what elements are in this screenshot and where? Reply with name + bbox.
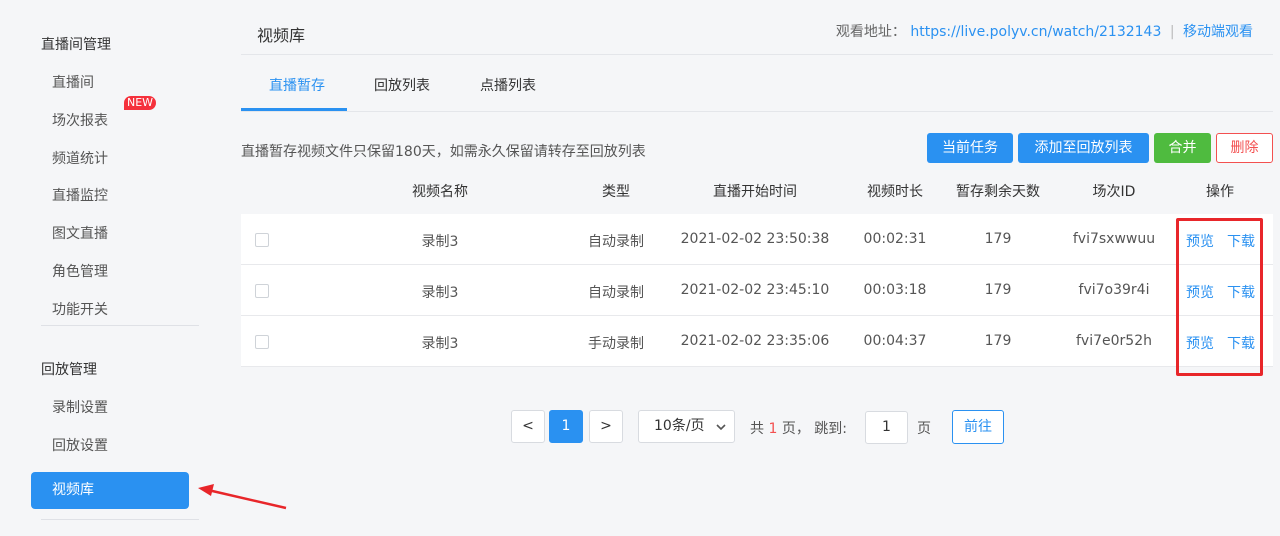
column-header-name: 视频名称 xyxy=(412,184,468,200)
page-size-value: 10条/页 xyxy=(654,418,705,434)
page-size-select[interactable]: 10条/页 xyxy=(638,410,735,443)
session-id: fvi7sxwwuu xyxy=(1072,231,1156,247)
remaining-days: 179 xyxy=(984,282,1012,298)
preview-link[interactable]: 预览 xyxy=(1186,231,1214,251)
row-checkbox[interactable] xyxy=(255,284,269,298)
start-time: 2021-02-02 23:45:10 xyxy=(680,282,830,298)
sidebar-divider xyxy=(41,519,199,520)
mobile-watch-link[interactable]: 移动端观看 xyxy=(1183,24,1253,40)
sidebar: 直播间管理 直播间 场次报表 NEW 频道统计 直播监控 图文直播 角色管理 功… xyxy=(0,0,222,536)
page-title: 视频库 xyxy=(257,26,306,45)
total-suffix: 页， xyxy=(781,421,810,437)
delete-button[interactable]: 删除 xyxy=(1216,133,1273,163)
column-header-session-id: 场次ID xyxy=(1092,184,1136,200)
jump-label: 跳到: xyxy=(814,421,847,437)
sidebar-item-feature-switch[interactable]: 功能开关 xyxy=(52,299,108,319)
go-page-button[interactable]: 前往 xyxy=(952,410,1004,444)
jump-page-input[interactable]: 1 xyxy=(865,411,908,444)
row-checkbox[interactable] xyxy=(255,233,269,247)
tab-active-indicator xyxy=(241,108,347,111)
chevron-down-icon xyxy=(716,424,726,431)
retention-notice: 直播暂存视频文件只保留180天，如需永久保留请转存至回放列表 xyxy=(241,144,646,160)
new-badge: NEW xyxy=(124,96,157,110)
remaining-days: 179 xyxy=(984,333,1012,349)
sidebar-item-record-settings[interactable]: 录制设置 xyxy=(52,397,108,417)
sidebar-item-video-library[interactable]: 视频库 xyxy=(31,472,189,509)
column-header-start-time: 直播开始时间 xyxy=(713,184,797,200)
video-name: 录制3 xyxy=(421,234,459,250)
watch-address: 观看地址： https://live.polyv.cn/watch/213214… xyxy=(836,21,1253,41)
record-type: 自动录制 xyxy=(588,285,644,301)
table-row: 录制3 自动录制 2021-02-02 23:50:38 00:02:31 17… xyxy=(241,214,1273,265)
sidebar-item-role-management[interactable]: 角色管理 xyxy=(52,261,108,281)
tab-playback-list[interactable]: 回放列表 xyxy=(374,75,430,95)
sidebar-group-live-room: 直播间管理 xyxy=(41,37,111,53)
table-header: 视频名称 类型 直播开始时间 视频时长 暂存剩余天数 场次ID 操作 xyxy=(241,181,1273,213)
column-header-type: 类型 xyxy=(602,184,630,200)
column-header-actions: 操作 xyxy=(1206,184,1234,200)
total-prefix: 共 xyxy=(750,421,764,437)
watch-label: 观看地址： xyxy=(835,24,906,40)
column-header-duration: 视频时长 xyxy=(867,184,923,200)
current-task-button[interactable]: 当前任务 xyxy=(927,133,1013,163)
session-id: fvi7o39r4i xyxy=(1078,282,1150,298)
download-link[interactable]: 下载 xyxy=(1227,231,1255,251)
record-type: 自动录制 xyxy=(588,234,644,250)
tab-bar: 直播暂存 回放列表 点播列表 xyxy=(241,55,1273,112)
merge-button[interactable]: 合并 xyxy=(1154,133,1211,163)
preview-link[interactable]: 预览 xyxy=(1186,333,1214,353)
table-row: 录制3 自动录制 2021-02-02 23:45:10 00:03:18 17… xyxy=(241,265,1273,316)
prev-page-button[interactable]: < xyxy=(511,410,545,443)
tab-live-temp[interactable]: 直播暂存 xyxy=(269,75,325,95)
record-type: 手动录制 xyxy=(588,336,644,352)
page-unit-label: 页 xyxy=(917,421,931,437)
total-pages-text: 共 1 页， 跳到: xyxy=(750,418,847,438)
sidebar-item-channel-stats[interactable]: 频道统计 xyxy=(52,148,108,168)
sidebar-item-text-live[interactable]: 图文直播 xyxy=(52,223,108,243)
download-link[interactable]: 下载 xyxy=(1227,282,1255,302)
sidebar-item-playback-settings[interactable]: 回放设置 xyxy=(52,435,108,455)
tab-vod-list[interactable]: 点播列表 xyxy=(480,75,536,95)
page-button-current[interactable]: 1 xyxy=(549,410,583,443)
next-page-button[interactable]: > xyxy=(589,410,623,443)
remaining-days: 179 xyxy=(984,231,1012,247)
column-header-remaining-days: 暂存剩余天数 xyxy=(956,184,1040,200)
download-link[interactable]: 下载 xyxy=(1227,333,1255,353)
add-to-playback-button[interactable]: 添加至回放列表 xyxy=(1018,133,1149,163)
duration: 00:03:18 xyxy=(863,282,927,298)
start-time: 2021-02-02 23:35:06 xyxy=(680,333,830,349)
sidebar-group-playback: 回放管理 xyxy=(41,362,97,378)
sidebar-item-live-room[interactable]: 直播间 xyxy=(52,72,94,92)
video-name: 录制3 xyxy=(421,285,459,301)
start-time: 2021-02-02 23:50:38 xyxy=(680,231,830,247)
sidebar-divider xyxy=(41,325,199,326)
row-checkbox[interactable] xyxy=(255,335,269,349)
sidebar-item-session-report[interactable]: 场次报表 xyxy=(52,110,108,130)
video-name: 录制3 xyxy=(421,336,459,352)
sidebar-item-live-monitor[interactable]: 直播监控 xyxy=(52,185,108,205)
session-id: fvi7e0r52h xyxy=(1076,333,1152,349)
table-row: 录制3 手动录制 2021-02-02 23:35:06 00:04:37 17… xyxy=(241,316,1273,367)
preview-link[interactable]: 预览 xyxy=(1186,282,1214,302)
separator: | xyxy=(1169,24,1175,40)
duration: 00:02:31 xyxy=(863,231,927,247)
main-content: 视频库 观看地址： https://live.polyv.cn/watch/21… xyxy=(241,0,1273,536)
total-pages-count: 1 xyxy=(768,421,778,437)
watch-url-link[interactable]: https://live.polyv.cn/watch/2132143 xyxy=(910,24,1161,40)
duration: 00:04:37 xyxy=(863,333,927,349)
